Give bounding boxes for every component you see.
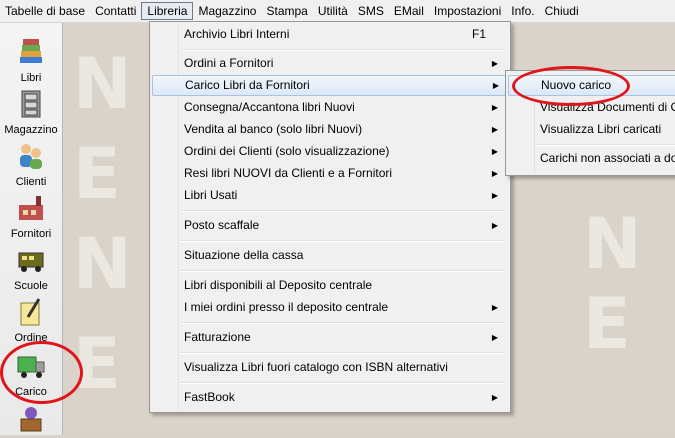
submenu-arrow-icon: ▶ <box>491 103 498 112</box>
submenu-item-carichi-non-associati[interactable]: Carichi non associati a doc <box>508 148 675 169</box>
menu-separator <box>181 270 506 272</box>
school-bus-icon <box>18 252 44 272</box>
menu-item-situazione-della-cassa[interactable]: Situazione della cassa <box>152 245 508 266</box>
menu-item-vendita-al-banco[interactable]: Vendita al banco (solo libri Nuovi) ▶ <box>152 119 508 140</box>
watermark-logo-icon: N <box>73 43 132 125</box>
submenu-arrow-icon: ▶ <box>491 303 498 312</box>
menu-item-libri-usati[interactable]: Libri Usati ▶ <box>152 185 508 206</box>
highlight-ring-nuovo-carico <box>512 66 630 106</box>
menu-chiudi[interactable]: Chiudi <box>540 2 584 20</box>
books-icon <box>20 39 42 63</box>
submenu-arrow-icon: ▶ <box>491 221 498 230</box>
crate-icon <box>20 407 42 432</box>
menu-item-consegna-accantona[interactable]: Consegna/Accantona libri Nuovi ▶ <box>152 97 508 118</box>
menu-item-fastbook[interactable]: FastBook ▶ <box>152 387 508 408</box>
submenu-arrow-icon: ▶ <box>491 59 498 68</box>
tool-ordine[interactable]: Ordine <box>0 297 62 344</box>
tool-fornitori[interactable]: Fornitori <box>0 193 62 240</box>
menu-separator <box>181 382 506 384</box>
menu-item-carico-libri-da-fornitori[interactable]: Carico Libri da Fornitori ▶ <box>152 75 510 96</box>
people-icon <box>20 144 42 169</box>
menu-item-libri-fuori-catalogo[interactable]: Visualizza Libri fuori catalogo con ISBN… <box>152 357 508 378</box>
menu-impostazioni[interactable]: Impostazioni <box>429 2 506 20</box>
menu-separator <box>181 322 506 324</box>
menu-tabelle-di-base[interactable]: Tabelle di base <box>0 2 90 20</box>
tool-libri[interactable]: Libri <box>0 37 62 84</box>
tool-scuole[interactable]: Scuole <box>0 245 62 292</box>
menu-sms[interactable]: SMS <box>353 2 389 20</box>
watermark-logo-icon: N <box>583 203 642 285</box>
submenu-arrow-icon: ▶ <box>491 147 498 156</box>
menu-magazzino[interactable]: Magazzino <box>193 2 261 20</box>
submenu-arrow-icon: ▶ <box>492 81 499 90</box>
menu-utilita[interactable]: Utilità <box>313 2 353 20</box>
menu-item-resi-libri-nuovi[interactable]: Resi libri NUOVI da Clienti e a Fornitor… <box>152 163 508 184</box>
menu-item-posto-scaffale[interactable]: Posto scaffale ▶ <box>152 215 508 236</box>
highlight-ring-carico <box>0 341 83 404</box>
menu-contatti[interactable]: Contatti <box>90 2 141 20</box>
cabinet-icon <box>21 90 41 118</box>
tool-magazzino[interactable]: Magazzino <box>0 89 62 136</box>
menu-item-libri-disponibili[interactable]: Libri disponibili al Deposito centrale <box>152 275 508 296</box>
watermark-logo-icon: N <box>73 223 132 305</box>
menu-bar: Tabelle di base Contatti Libreria Magazz… <box>0 0 675 23</box>
menu-separator <box>181 49 506 51</box>
shortcut-label: F1 <box>471 27 486 41</box>
submenu-arrow-icon: ▶ <box>491 333 498 342</box>
menu-separator <box>181 352 506 354</box>
menu-stampa[interactable]: Stampa <box>261 2 312 20</box>
menu-libreria[interactable]: Libreria <box>141 2 194 20</box>
submenu-item-visualizza-libri-caricati[interactable]: Visualizza Libri caricati <box>508 119 675 140</box>
menu-item-fatturazione[interactable]: Fatturazione ▶ <box>152 327 508 348</box>
tool-extra[interactable] <box>0 403 62 438</box>
menu-email[interactable]: EMail <box>389 2 429 20</box>
menu-separator <box>181 210 506 212</box>
submenu-arrow-icon: ▶ <box>491 191 498 200</box>
menu-separator <box>181 240 506 242</box>
menu-item-archivio-libri-interni[interactable]: Archivio Libri Interni F1 <box>152 24 508 45</box>
menu-item-miei-ordini-deposito[interactable]: I miei ordini presso il deposito central… <box>152 297 508 318</box>
menu-info[interactable]: Info. <box>506 2 539 20</box>
tool-clienti[interactable]: Clienti <box>0 141 62 188</box>
submenu-arrow-icon: ▶ <box>491 393 498 402</box>
menu-item-ordini-a-fornitori[interactable]: Ordini a Fornitori ▶ <box>152 53 508 74</box>
menu-separator <box>537 144 675 146</box>
libreria-dropdown-menu: Archivio Libri Interni F1 Ordini a Forni… <box>149 21 511 413</box>
order-pen-icon <box>20 298 41 326</box>
watermark-logo-icon: E <box>583 283 631 365</box>
submenu-arrow-icon: ▶ <box>491 169 498 178</box>
menu-item-ordini-dei-clienti[interactable]: Ordini dei Clienti (solo visualizzazione… <box>152 141 508 162</box>
factory-icon <box>19 196 43 220</box>
submenu-arrow-icon: ▶ <box>491 125 498 134</box>
watermark-logo-icon: E <box>73 133 121 215</box>
